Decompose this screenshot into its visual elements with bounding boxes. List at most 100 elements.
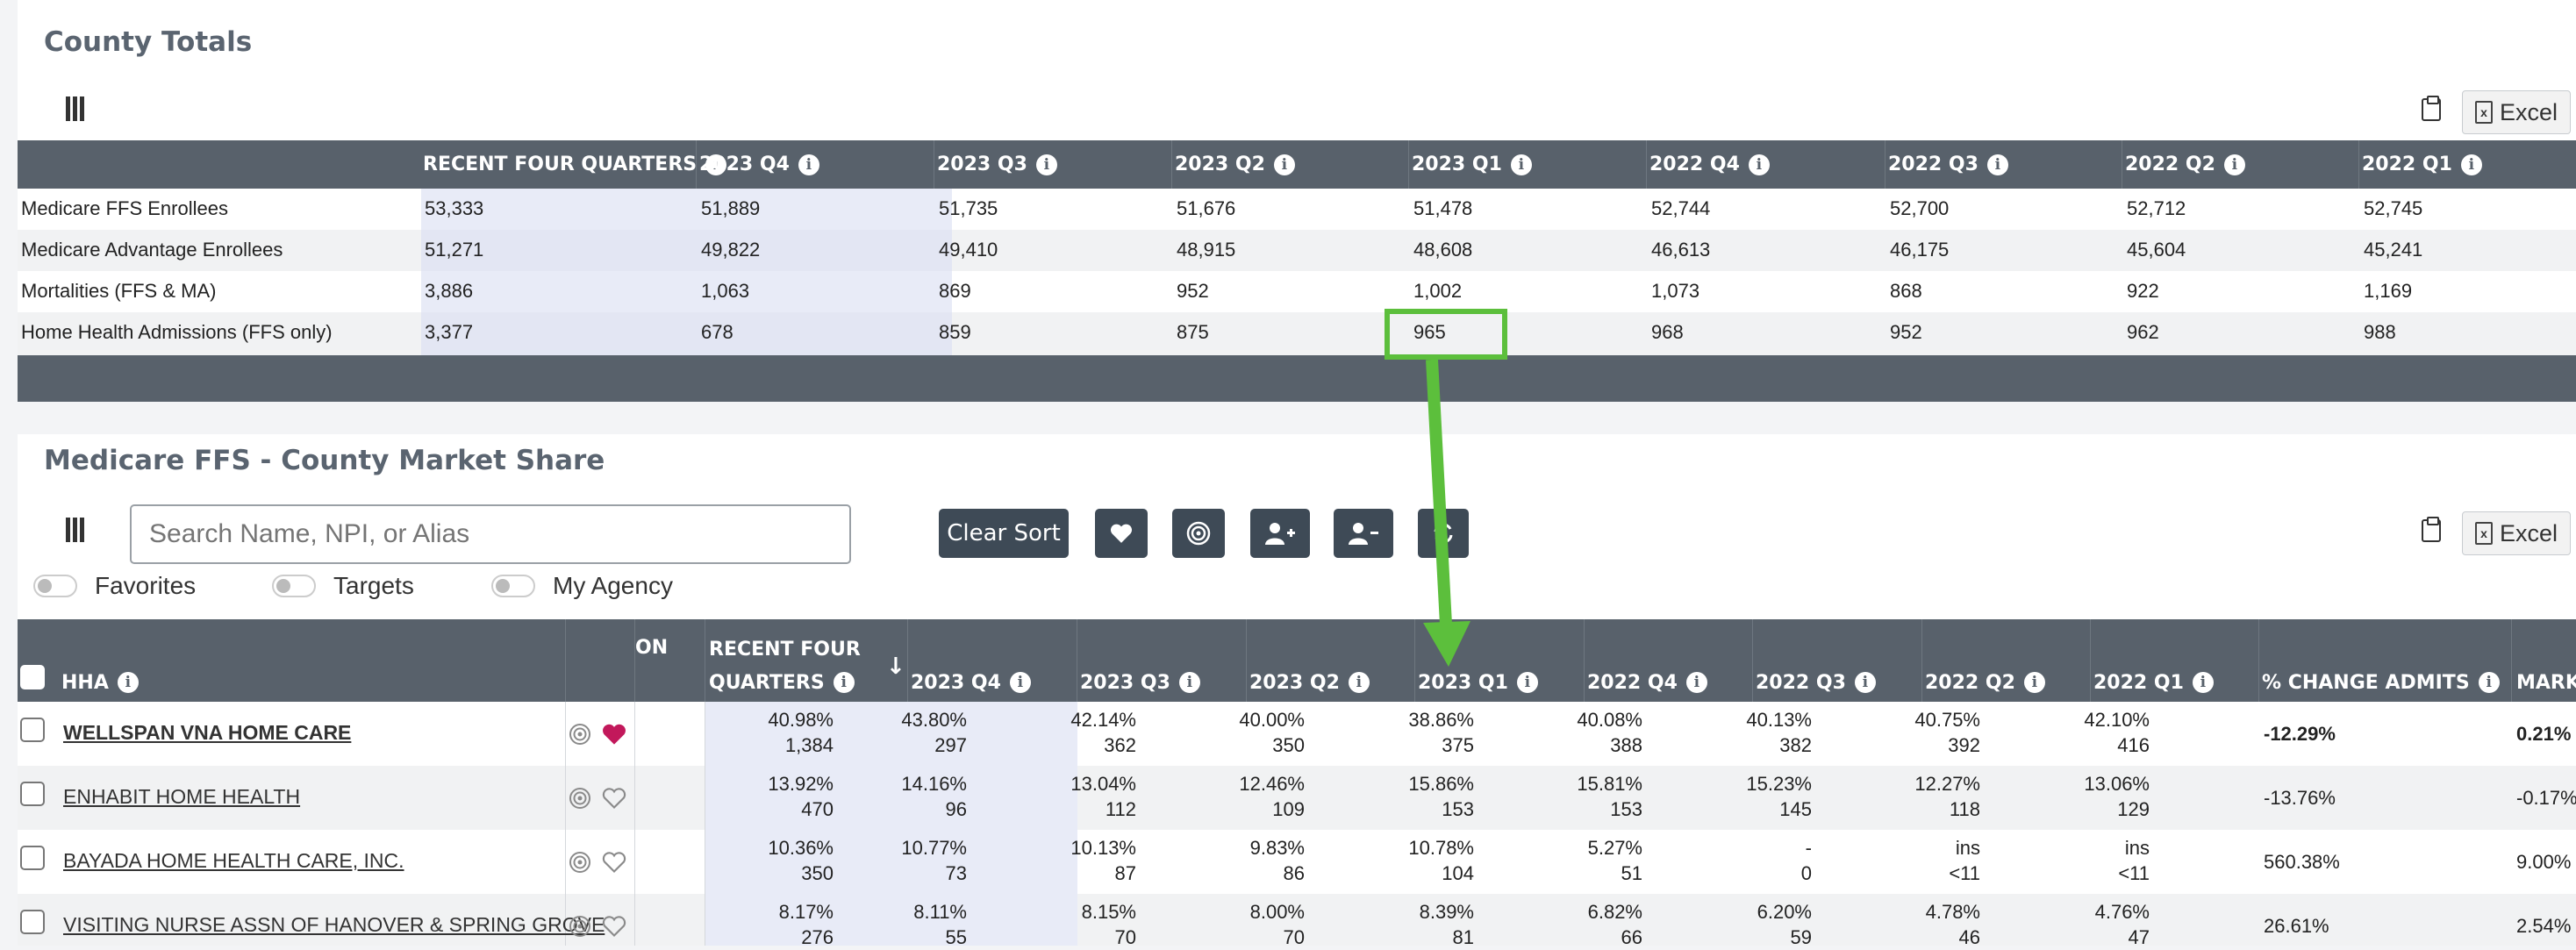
share-percent: 43.80% [901, 709, 967, 731]
column-header[interactable]: 2022 Q3 i [1756, 665, 1876, 700]
heart-icon[interactable] [602, 851, 626, 874]
admit-count: 375 [1442, 734, 1474, 756]
agency-name-link[interactable]: BAYADA HOME HEALTH CARE, INC. [63, 849, 404, 873]
info-icon[interactable]: i [833, 672, 855, 693]
market-share-cell: 10.78% 104 [1351, 835, 1474, 886]
market-share-cell: 40.08% 388 [1520, 707, 1642, 758]
market-share-cell: 15.23% 145 [1689, 771, 1812, 822]
info-icon[interactable]: i [2478, 672, 2500, 693]
column-header-label: 2022 Q3 [1756, 671, 1846, 694]
column-header[interactable]: 2023 Q4 i [911, 665, 1031, 700]
admit-count: <11 [1949, 862, 1980, 884]
share-percent: 10.36% [768, 837, 834, 859]
market-share-cell: 40.98% 1,384 [711, 707, 834, 758]
market-share-cell: 13.92% 470 [711, 771, 834, 822]
admit-count: <11 [2118, 862, 2150, 884]
market-share-cell: -0 [1689, 835, 1812, 886]
admit-count: 55 [945, 926, 967, 948]
share-percent: ins [2124, 837, 2150, 859]
market-share-cell: 4.76% 47 [2027, 899, 2150, 950]
admit-count: 70 [1114, 926, 1136, 948]
admit-count: 1,384 [784, 734, 834, 756]
info-icon[interactable]: i [1516, 672, 1538, 693]
market-share-cell: 40.13% 382 [1689, 707, 1812, 758]
column-header-recent-line2[interactable]: QUARTERS i [709, 665, 855, 700]
share-percent: 8.15% [1081, 901, 1136, 923]
market-cell: 2.54% [2516, 915, 2572, 937]
target-icon[interactable] [569, 851, 591, 874]
agency-name-link[interactable]: ENHABIT HOME HEALTH [63, 785, 300, 809]
market-share-cell: 42.10% 416 [2027, 707, 2150, 758]
market-share-cell: 8.15% 70 [1013, 899, 1136, 950]
admit-count: 153 [1442, 798, 1474, 820]
sort-arrow-icon[interactable]: ↓ [886, 649, 905, 684]
column-header[interactable]: 2023 Q3 i [1080, 665, 1200, 700]
target-icon[interactable] [569, 915, 591, 938]
column-header[interactable]: 2022 Q1 i [2093, 665, 2214, 700]
market-cell: 9.00% [2516, 851, 2572, 873]
admit-count: 118 [1949, 798, 1980, 820]
row-checkbox[interactable] [20, 718, 45, 742]
column-divider [1921, 619, 1922, 702]
heart-icon[interactable] [602, 915, 626, 938]
share-percent: 40.00% [1239, 709, 1305, 731]
admit-count: 51 [1621, 862, 1642, 884]
agency-name-link[interactable]: VISITING NURSE ASSN OF HANOVER & SPRING … [63, 913, 605, 937]
admit-count: 0 [1800, 862, 1812, 884]
admit-count: 350 [1272, 734, 1305, 756]
info-icon[interactable]: i [2023, 672, 2045, 693]
info-icon[interactable]: i [1348, 672, 1370, 693]
change-admits-cell: 26.61% [2264, 915, 2329, 937]
column-header-market[interactable]: MARKE [2516, 665, 2576, 700]
share-percent: 12.46% [1239, 773, 1305, 795]
market-cell: -0.17% [2516, 787, 2576, 809]
column-divider [2090, 619, 2091, 702]
info-icon[interactable]: i [1009, 672, 1031, 693]
column-header-change[interactable]: % CHANGE ADMITS i [2262, 665, 2500, 700]
admit-count: 87 [1114, 862, 1136, 884]
market-share-cell: 43.80% 297 [844, 707, 967, 758]
target-icon[interactable] [569, 787, 591, 810]
share-percent: 40.08% [1577, 709, 1642, 731]
admit-count: 73 [945, 862, 967, 884]
share-percent: 13.06% [2084, 773, 2150, 795]
column-header[interactable]: 2023 Q1 i [1418, 665, 1538, 700]
market-share-cell: 12.46% 109 [1182, 771, 1305, 822]
info-icon[interactable]: i [1178, 672, 1200, 693]
column-header[interactable]: 2022 Q4 i [1587, 665, 1707, 700]
row-checkbox[interactable] [20, 782, 45, 806]
column-header[interactable]: 2023 Q2 i [1249, 665, 1370, 700]
admit-count: 416 [2117, 734, 2150, 756]
row-checkbox[interactable] [20, 910, 45, 934]
column-header-label: 2023 Q2 [1249, 671, 1340, 694]
agency-name-link[interactable]: WELLSPAN VNA HOME CARE [63, 721, 351, 745]
column-divider [634, 702, 635, 946]
column-divider [565, 702, 566, 946]
share-percent: 42.14% [1070, 709, 1136, 731]
select-all-checkbox[interactable] [20, 665, 45, 689]
target-icon[interactable] [569, 723, 591, 746]
share-percent: 13.92% [768, 773, 834, 795]
column-header[interactable]: 2022 Q2 i [1925, 665, 2045, 700]
column-header-label: 2023 Q3 [1080, 671, 1170, 694]
heart-icon[interactable] [602, 787, 626, 810]
row-checkbox[interactable] [20, 846, 45, 870]
admit-count: 297 [934, 734, 967, 756]
column-header-hha[interactable]: HHA i [61, 665, 139, 700]
heart-icon[interactable] [602, 723, 626, 746]
market-share-cell: 4.78% 46 [1857, 899, 1980, 950]
market-share-cell: 38.86% 375 [1351, 707, 1474, 758]
info-icon[interactable]: i [1685, 672, 1707, 693]
share-percent: - [1805, 837, 1812, 859]
admit-count: 70 [1283, 926, 1305, 948]
share-percent: 40.98% [768, 709, 834, 731]
admit-count: 276 [801, 926, 834, 948]
market-share-cell: ins <11 [1857, 835, 1980, 886]
column-header-recent-line1[interactable]: RECENT FOUR [709, 632, 861, 667]
info-icon[interactable]: i [1854, 672, 1876, 693]
column-divider [1414, 619, 1415, 702]
info-icon[interactable]: i [117, 672, 139, 693]
share-percent: 10.13% [1070, 837, 1136, 859]
info-icon[interactable]: i [2192, 672, 2214, 693]
admit-count: 66 [1621, 926, 1642, 948]
